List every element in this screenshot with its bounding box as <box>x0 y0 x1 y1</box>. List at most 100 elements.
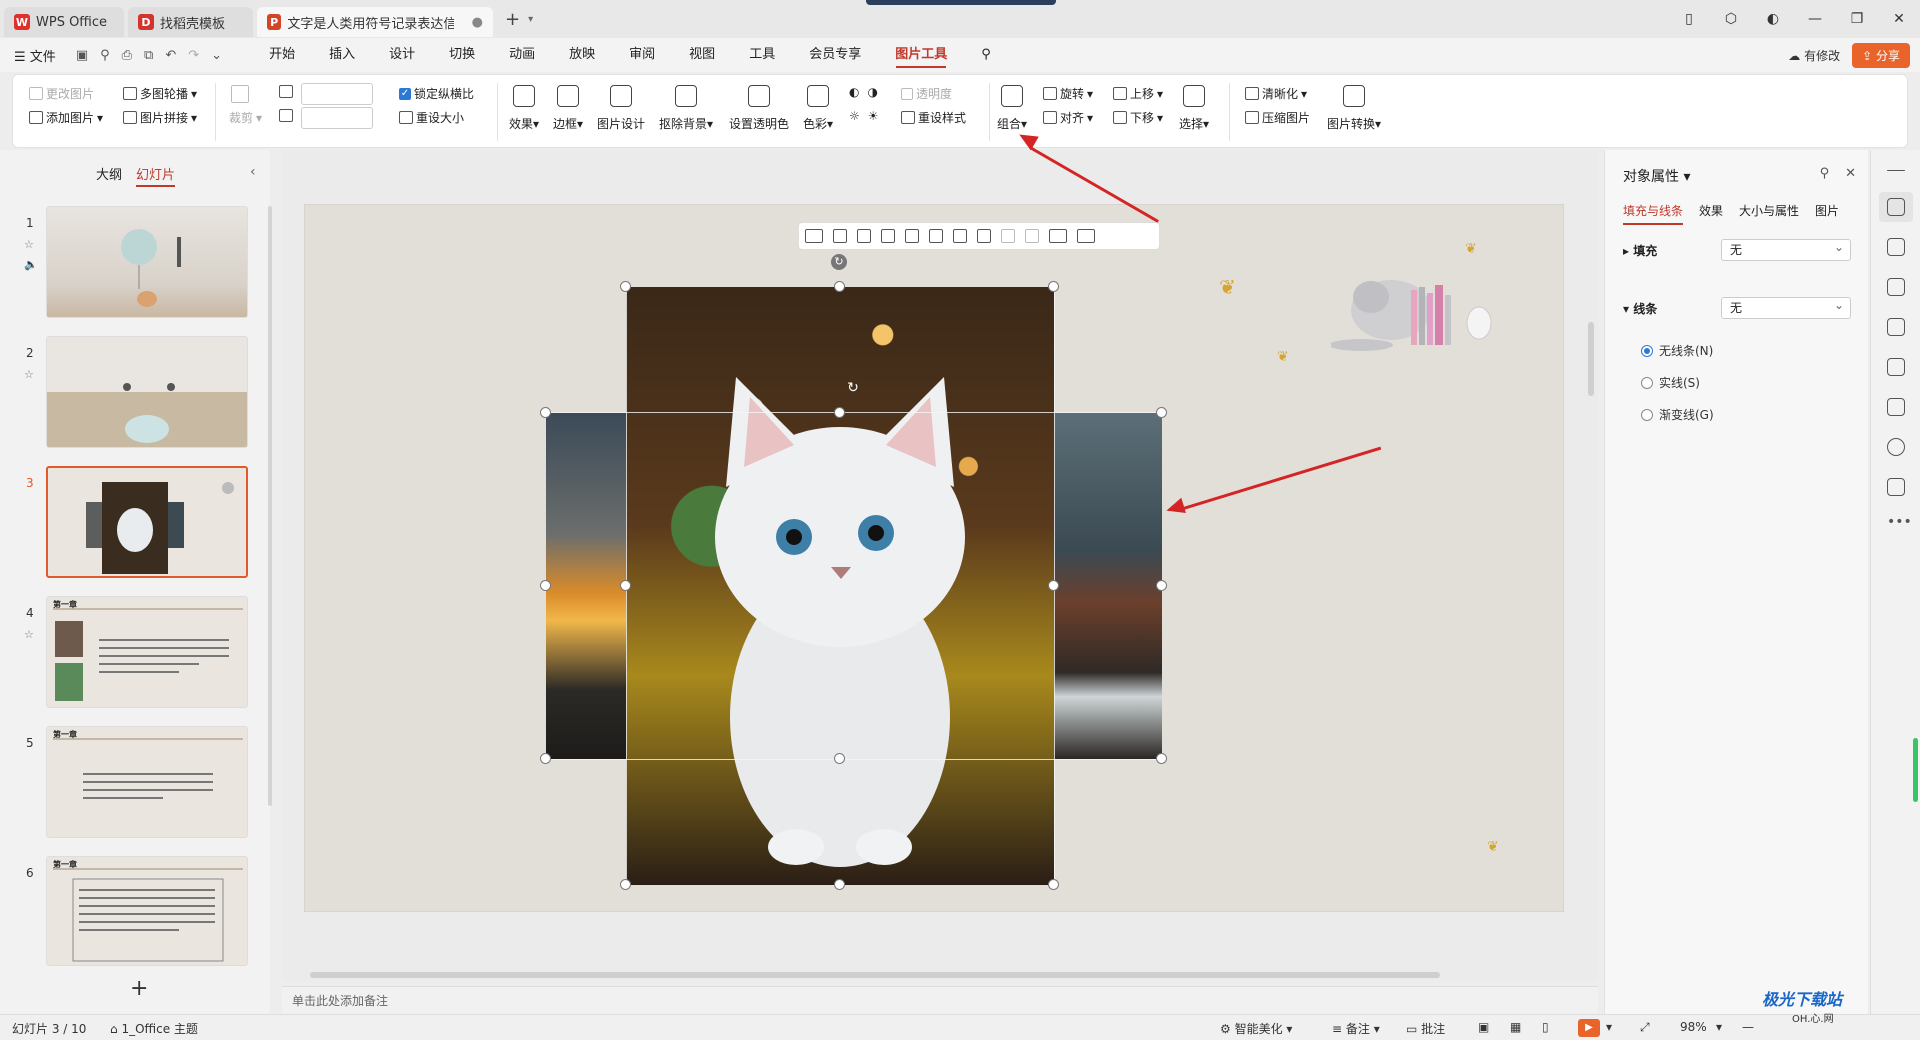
play-slideshow-button[interactable]: ▶ <box>1578 1019 1600 1037</box>
resize-handle[interactable] <box>1156 580 1167 591</box>
ungroup-icon[interactable] <box>1077 229 1095 243</box>
chevron-down-icon[interactable]: ▾ <box>528 14 533 25</box>
resize-handle[interactable] <box>1048 879 1059 890</box>
tools-icon[interactable] <box>1887 358 1905 376</box>
picture-design-button[interactable]: 图片设计 <box>597 85 645 132</box>
send-down-button[interactable]: 下移 ▾ <box>1113 109 1163 126</box>
tab-document[interactable]: P 文字是人类用符号记录表达信息以 ● <box>257 7 493 37</box>
bring-up-button[interactable]: 上移 ▾ <box>1113 85 1163 102</box>
zoom-out-icon[interactable]: — <box>1742 1020 1754 1034</box>
tab-modified-dot-icon[interactable]: ● <box>472 15 483 30</box>
solid-line-radio[interactable]: 实线(S) <box>1641 374 1700 391</box>
resize-handle[interactable] <box>834 281 845 292</box>
resize-handle[interactable] <box>1048 580 1059 591</box>
undo-icon[interactable]: ↶ <box>165 48 176 63</box>
menu-tab-home[interactable]: 开始 <box>252 38 312 72</box>
restore-icon[interactable]: ❐ <box>1836 11 1878 27</box>
properties-icon[interactable] <box>1887 198 1905 216</box>
notes-area[interactable]: 单击此处添加备注 <box>282 986 1598 1014</box>
width-input[interactable] <box>301 107 373 129</box>
select-button[interactable]: 选择▾ <box>1179 85 1209 132</box>
menu-tab-review[interactable]: 审阅 <box>612 38 672 72</box>
help-icon[interactable] <box>1887 438 1905 456</box>
resize-handle[interactable] <box>834 879 845 890</box>
resize-handle[interactable] <box>1048 281 1059 292</box>
resize-handle[interactable] <box>540 580 551 591</box>
resize-handle[interactable] <box>620 580 631 591</box>
menu-tab-slideshow[interactable]: 放映 <box>552 38 612 72</box>
color-button[interactable]: 色彩▾ <box>803 85 833 132</box>
reading-view-icon[interactable]: ▯ <box>1542 1020 1549 1034</box>
menu-tab-animation[interactable]: 动画 <box>492 38 552 72</box>
minimize-panel-icon[interactable] <box>1887 170 1905 171</box>
tab-fill-line[interactable]: 填充与线条 <box>1623 202 1684 225</box>
menu-tab-member[interactable]: 会员专享 <box>792 38 878 72</box>
avatar[interactable]: ◐ <box>1752 11 1794 27</box>
multi-carousel-button[interactable]: 多图轮播 ▾ <box>123 85 197 102</box>
cat-image[interactable] <box>626 287 1054 885</box>
brightness-up-icon[interactable]: ☼ <box>849 109 860 123</box>
resize-handle[interactable] <box>1156 407 1167 418</box>
convert-button[interactable]: 图片转换▾ <box>1327 85 1381 132</box>
remove-background-button[interactable]: 抠除背景▾ <box>659 85 713 132</box>
notes-button[interactable]: ≡ 备注 ▾ <box>1332 1020 1380 1037</box>
new-tab-icon[interactable]: + <box>505 9 520 30</box>
height-input[interactable] <box>301 83 373 105</box>
cube-icon[interactable]: ⬡ <box>1710 11 1752 27</box>
contrast-up-icon[interactable]: ◐ <box>849 85 859 99</box>
picture-options-icon[interactable] <box>805 229 823 243</box>
tab-effects[interactable]: 效果 <box>1699 202 1723 225</box>
minimize-icon[interactable]: — <box>1794 11 1836 27</box>
resize-handle[interactable] <box>540 407 551 418</box>
fill-select[interactable]: 无 <box>1721 237 1851 261</box>
rotate-handle-icon[interactable]: ↻ <box>831 254 847 270</box>
effect-button[interactable]: 效果▾ <box>509 85 539 132</box>
menu-tab-picture-tools[interactable]: 图片工具 <box>878 38 964 72</box>
resize-handle[interactable] <box>540 753 551 764</box>
menu-tab-view[interactable]: 视图 <box>672 38 732 72</box>
vertical-scrollbar[interactable] <box>1588 322 1594 396</box>
image-edit-icon[interactable] <box>1887 318 1905 336</box>
resize-handle[interactable] <box>834 407 845 418</box>
reset-style-button[interactable]: 重设样式 <box>901 109 966 126</box>
group-icon[interactable] <box>1049 229 1067 243</box>
border-button[interactable]: 边框▾ <box>553 85 583 132</box>
add-picture-button[interactable]: 添加图片 ▾ <box>29 109 103 126</box>
save-icon[interactable]: ▣ <box>76 48 88 63</box>
zoom-level[interactable]: 98% <box>1680 1020 1707 1034</box>
no-line-radio[interactable]: 无线条(N) <box>1641 342 1713 359</box>
left-landscape-image[interactable] <box>546 413 626 759</box>
find-icon[interactable]: ⚲ <box>100 48 110 63</box>
compress-button[interactable]: 压缩图片 <box>1245 109 1310 126</box>
rotate-button[interactable]: 旋转 ▾ <box>1043 85 1093 102</box>
crop-icon[interactable] <box>231 85 249 103</box>
add-slide-icon[interactable]: + <box>130 976 148 1001</box>
resize-handle[interactable] <box>620 879 631 890</box>
comments-button[interactable]: ▭ 批注 <box>1406 1020 1445 1037</box>
chevron-down-icon[interactable]: ⌄ <box>211 48 222 63</box>
transparency-checkbox[interactable]: 透明度 <box>901 85 952 102</box>
rotate-handle-icon[interactable]: ↻ <box>845 380 861 396</box>
distribute-vertical-icon[interactable] <box>1025 229 1039 243</box>
fit-window-icon[interactable]: ⤢ <box>1640 1020 1650 1035</box>
file-menu[interactable]: ☰ 文件 <box>14 46 56 65</box>
brightness-down-icon[interactable]: ☀ <box>868 109 879 123</box>
preview-icon[interactable]: ⧉ <box>144 48 153 63</box>
copy-icon[interactable] <box>1887 278 1905 296</box>
normal-view-icon[interactable]: ▣ <box>1478 1020 1489 1034</box>
collapse-panel-icon[interactable]: ‹ <box>250 164 256 180</box>
chevron-down-icon[interactable]: ▾ <box>1716 1020 1722 1034</box>
print-icon[interactable]: ⎙ <box>122 48 132 63</box>
align-button[interactable]: 对齐 ▾ <box>1043 109 1093 126</box>
close-icon[interactable]: ✕ <box>1878 11 1920 27</box>
modified-button[interactable]: ☁ 有修改 <box>1788 47 1840 64</box>
more-icon[interactable]: ••• <box>1887 514 1912 530</box>
lock-ratio-checkbox[interactable]: ✓ 锁定纵横比 <box>399 85 474 102</box>
tab-size-props[interactable]: 大小与属性 <box>1739 202 1799 225</box>
resize-handle[interactable] <box>1156 753 1167 764</box>
book-icon[interactable] <box>1887 398 1905 416</box>
gradient-line-radio[interactable]: 渐变线(G) <box>1641 406 1714 423</box>
tab-template[interactable]: D 找稻壳模板 <box>128 7 253 37</box>
resize-button[interactable]: 重设大小 <box>399 109 464 126</box>
search-icon[interactable]: ⚲ <box>964 38 1008 72</box>
